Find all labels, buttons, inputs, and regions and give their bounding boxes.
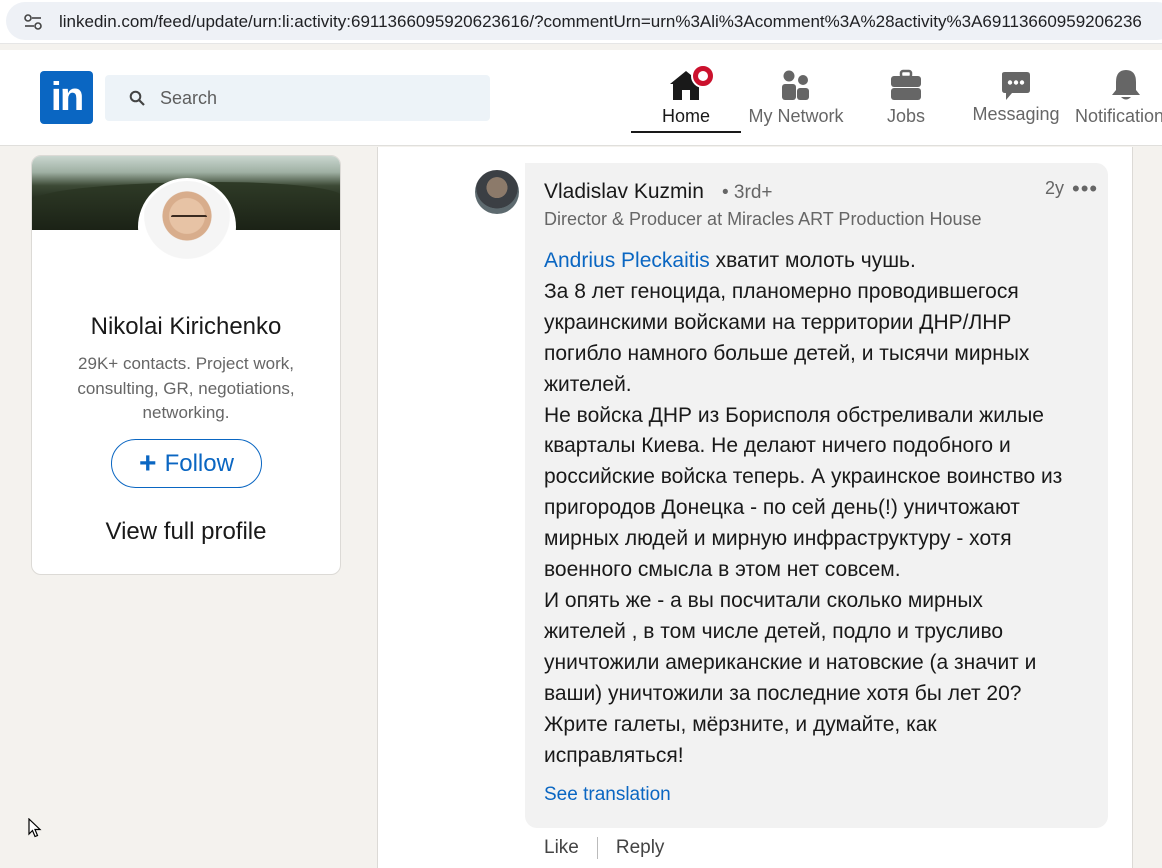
active-underline (631, 131, 741, 133)
comment-line: российские войска теперь. А украинское в… (544, 465, 1063, 489)
comment-line: И опять же - а вы посчитали сколько мирн… (544, 588, 983, 612)
comment-line: мирных людей и мирную инфраструктуру - х… (544, 527, 1012, 551)
reply-button[interactable]: Reply (616, 837, 665, 859)
comment-line: военного смысла в этом нет совсем. (544, 558, 901, 582)
browser-url-bar: linkedin.com/feed/update/urn:li:activity… (0, 0, 1162, 44)
comment-line: Не войска ДНР из Борисполя обстреливали … (544, 403, 1044, 427)
more-options-icon[interactable]: ••• (1072, 176, 1098, 202)
nav-messaging-label: Messaging (972, 104, 1060, 124)
nav-notifications-label: Notifications (1075, 106, 1162, 126)
profile-avatar[interactable] (138, 178, 236, 276)
comment-line: уничтожили американские и натовские (а з… (544, 650, 1037, 674)
nav-jobs-label: Jobs (886, 106, 926, 126)
comment-author-title: Director & Producer at Miracles ART Prod… (544, 209, 982, 229)
bell-icon (1112, 70, 1140, 100)
nav-my-network[interactable]: My Network (741, 68, 851, 138)
notification-badge (691, 64, 715, 88)
comment-line: Жрите галеты, мёрзните, и думайте, как (544, 712, 937, 736)
comment-text: Andrius Pleckaitis хватит молоть чушь. З… (544, 246, 1092, 771)
nav-notifications[interactable]: Notifications (1071, 68, 1162, 138)
comment-line: жителей , в том числе детей, подло и тру… (544, 619, 1004, 643)
profile-card: Nikolai Kirichenko 29K+ contacts. Projec… (31, 155, 341, 575)
mouse-cursor-icon (28, 818, 42, 838)
connection-degree: • 3rd+ (722, 182, 773, 203)
nav-jobs[interactable]: Jobs (851, 68, 961, 138)
search-input[interactable] (160, 84, 470, 112)
like-button[interactable]: Like (544, 837, 579, 859)
action-divider (596, 837, 598, 859)
mention-link[interactable]: Andrius Pleckaitis (544, 249, 710, 272)
comment-line: украинскими войсками на территории ДНР/Л… (544, 310, 1012, 334)
comment-line: ваши) уничтожили за последние хотя бы ле… (544, 681, 1022, 705)
briefcase-icon (891, 69, 921, 100)
comment-author-name[interactable]: Vladislav Kuzmin (544, 180, 704, 204)
profile-name[interactable]: Nikolai Kirichenko (32, 313, 340, 341)
nav-home-label: Home (661, 106, 710, 126)
network-icon (782, 70, 809, 100)
follow-button[interactable]: + Follow (111, 439, 262, 488)
address-field[interactable]: linkedin.com/feed/update/urn:li:activity… (6, 2, 1162, 40)
comment-line: За 8 лет геноцида, планомерно проводивше… (544, 279, 1019, 303)
url-text[interactable]: linkedin.com/feed/update/urn:li:activity… (59, 12, 1142, 32)
nav-my-network-label: My Network (748, 106, 844, 126)
comment-time: 2y (1045, 178, 1065, 198)
follow-label: Follow (164, 449, 234, 477)
linkedin-logo[interactable]: in (40, 71, 93, 124)
profile-headline: 29K+ contacts. Project work, consulting,… (77, 354, 295, 422)
comment-line: пригородов Донецка - по сей день(!) унич… (544, 496, 1020, 520)
messaging-icon (1002, 72, 1030, 100)
view-full-profile-link[interactable]: View full profile (32, 518, 340, 546)
top-navigation: in Home My Network Jobs (0, 50, 1162, 146)
nav-home[interactable]: Home (631, 64, 741, 138)
search-icon (129, 90, 145, 106)
site-settings-icon[interactable] (24, 14, 42, 30)
plus-icon: + (139, 446, 157, 480)
comment-first-line: Andrius Pleckaitis хватит молоть чушь. (544, 246, 1092, 277)
search-box[interactable] (105, 75, 490, 121)
commenter-avatar[interactable] (475, 170, 519, 214)
comment-line: исправляться! (544, 743, 684, 767)
comment-line: кварталы Киева. Не делают ничего подобно… (544, 434, 1011, 458)
comment-actions: Like Reply (544, 835, 664, 861)
comment-line: погибло намного больше детей, и тысячи м… (544, 341, 1030, 365)
see-translation-link[interactable]: See translation (544, 784, 671, 806)
glasses-shape (171, 215, 207, 224)
comment-line-text: хватит молоть чушь. (709, 249, 916, 272)
comment-line: жителей. (544, 372, 632, 396)
nav-messaging[interactable]: Messaging (961, 70, 1071, 140)
